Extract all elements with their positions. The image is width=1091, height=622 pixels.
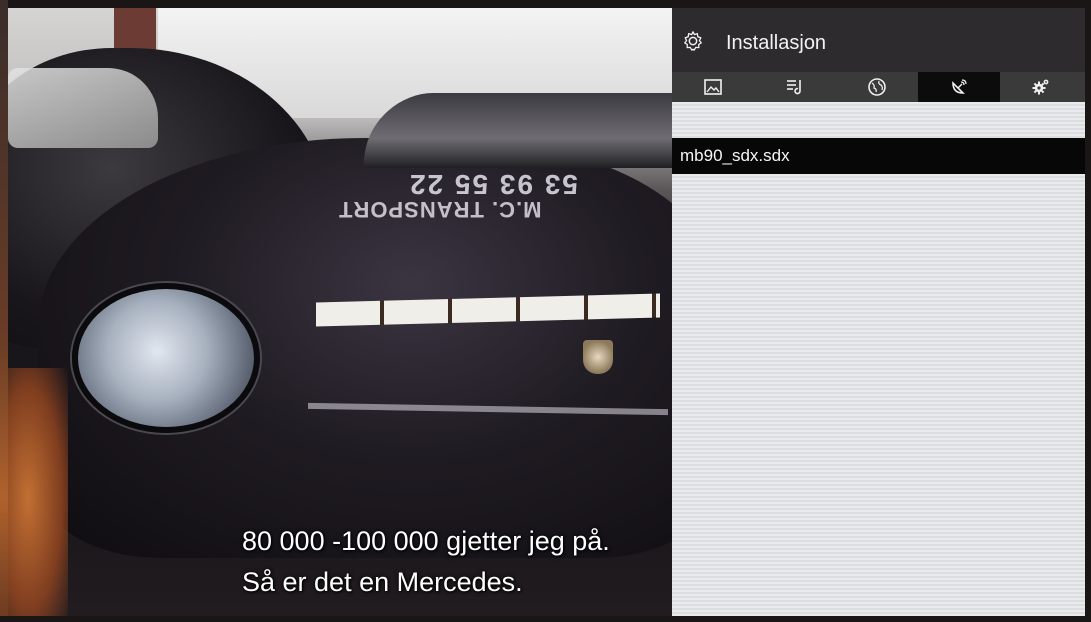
tv-bezel-left [0, 0, 8, 622]
car-windshield [362, 93, 672, 168]
menu-title: Installasjon [726, 32, 827, 54]
tab-globe[interactable] [836, 72, 918, 102]
tv-bezel-right [1085, 0, 1091, 622]
background-car-window [8, 68, 158, 148]
menu-header: Installasjon [672, 8, 1085, 72]
installation-menu-panel: Installasjon mb90_sdx.sdx [672, 8, 1085, 616]
car-badge [583, 340, 613, 374]
tab-picture[interactable] [672, 72, 754, 102]
satellite-icon [952, 79, 967, 94]
hood-company: M.C. TRANSPORT [338, 197, 542, 222]
tab-satellite[interactable] [918, 72, 1000, 102]
subtitle-line-2: Så er det en Mercedes. [242, 567, 523, 597]
list-item-label: mb90_sdx.sdx [680, 146, 790, 165]
tv-bezel-top [0, 0, 1091, 8]
globe-icon [868, 78, 886, 96]
gear-icon [684, 31, 702, 51]
picture-icon [704, 79, 722, 95]
tab-sound[interactable] [754, 72, 836, 102]
tv-bezel-bottom [0, 616, 1091, 622]
sound-icon [787, 80, 801, 95]
car-headlight [72, 283, 260, 433]
menu-tab-bar [672, 72, 1085, 102]
tab-settings[interactable] [1000, 72, 1082, 102]
video-frame: 53 93 55 22 M.C. TRANSPORT 80 000 -100 0… [8, 8, 672, 616]
settings-icon [1032, 79, 1049, 95]
list-item-selected[interactable]: mb90_sdx.sdx [672, 138, 1085, 174]
subtitle-line-1: 80 000 -100 000 gjetter jeg på. [242, 526, 610, 556]
orange-blur [8, 368, 68, 616]
